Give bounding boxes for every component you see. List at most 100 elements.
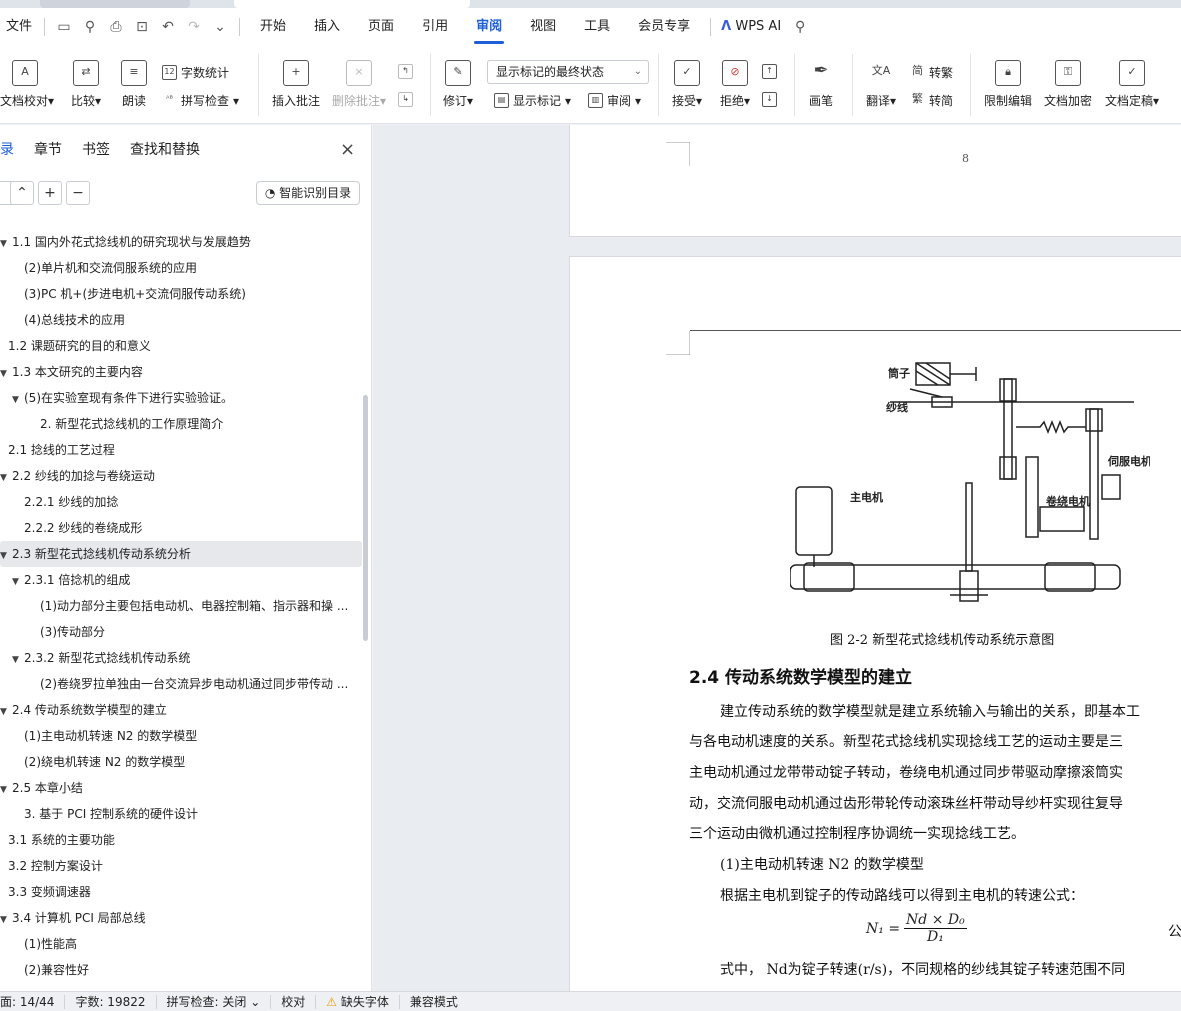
toc-item[interactable]: 1.2 课题研究的目的和意义 bbox=[0, 333, 362, 359]
pen-button[interactable]: ✒ 画笔 bbox=[804, 60, 838, 109]
insert-comment-button[interactable]: + 插入批注 bbox=[270, 60, 322, 109]
accept-button[interactable]: ✓ 接受▾ bbox=[668, 60, 706, 109]
translate-button[interactable]: 文A 翻译▾ bbox=[862, 60, 900, 109]
toc-item[interactable]: ▼ 1.3 本文研究的主要内容 bbox=[0, 359, 362, 385]
expand-arrow-icon[interactable]: ▼ bbox=[0, 907, 12, 931]
wps-ai-button[interactable]: ᐱ WPS AI bbox=[717, 8, 787, 46]
proof-status[interactable]: 校对 bbox=[271, 994, 317, 1009]
toc-item[interactable]: 3.1 系统的主要功能 bbox=[0, 827, 362, 853]
toc-item-label: 2. 新型花式捻线机的工作原理简介 bbox=[40, 417, 224, 431]
toc-item[interactable]: ▼ 2.5 本章小结 bbox=[0, 775, 362, 801]
tab-review[interactable]: 审阅 bbox=[462, 8, 516, 46]
toc-item[interactable]: 3.3 变频调速器 bbox=[0, 879, 362, 905]
save-icon[interactable]: ▭ bbox=[51, 8, 77, 46]
compare-button[interactable]: ⇄ 比较▾ bbox=[66, 60, 106, 109]
expand-arrow-icon[interactable]: ▼ bbox=[0, 361, 12, 385]
to-traditional-button[interactable]: 简转繁 bbox=[910, 64, 953, 81]
nav-tab-chapters[interactable]: 章节 bbox=[34, 139, 62, 161]
word-count-indicator[interactable]: 字数: 19822 bbox=[65, 994, 157, 1009]
print-preview-icon[interactable]: ⊡ bbox=[129, 8, 155, 46]
delete-comment-button[interactable]: × 删除批注▾ bbox=[330, 60, 388, 109]
next-change-button[interactable]: ↓ bbox=[762, 92, 777, 107]
expand-arrow-icon[interactable]: ▼ bbox=[0, 465, 12, 489]
quick-access-more-icon[interactable]: ⌄ bbox=[207, 8, 233, 46]
expand-arrow-icon[interactable]: ▼ bbox=[0, 543, 12, 567]
markup-state-select[interactable]: 显示标记的最终状态 ⌄ bbox=[487, 60, 649, 84]
share-icon[interactable]: ⚲ bbox=[77, 8, 103, 46]
toc-item[interactable]: (2)兼容性好 bbox=[0, 957, 362, 983]
print-icon[interactable]: ⎙ bbox=[103, 8, 129, 46]
next-comment-button[interactable]: ↳ bbox=[398, 92, 413, 107]
nav-tab-find-replace[interactable]: 查找和替换 bbox=[130, 139, 200, 161]
previous-change-button[interactable]: ↑ bbox=[762, 64, 777, 79]
expand-arrow-icon[interactable]: ▼ bbox=[12, 387, 24, 411]
toc-item[interactable]: ▼ 2.3.1 倍捻机的组成 bbox=[0, 567, 362, 593]
spell-check-button[interactable]: ᴬᴮ 拼写检查 ▾ bbox=[162, 92, 239, 109]
close-icon[interactable]: × bbox=[340, 139, 355, 160]
tab-home[interactable]: 开始 bbox=[246, 8, 300, 46]
tab-references[interactable]: 引用 bbox=[408, 8, 462, 46]
toc-item[interactable]: (2)卷绕罗拉单独由一台交流异步电动机通过同步带传动 ... bbox=[0, 671, 362, 697]
word-count-button[interactable]: 12 字数统计 bbox=[162, 64, 229, 81]
toc-item[interactable]: ▼ 2.3 新型花式捻线机传动系统分析 bbox=[0, 541, 362, 567]
toc-item[interactable]: (4)总线技术的应用 bbox=[0, 307, 362, 333]
redo-icon[interactable]: ↷ bbox=[181, 8, 207, 46]
tab-member[interactable]: 会员专享 bbox=[624, 8, 704, 46]
toc-item[interactable]: 3. 基于 PCI 控制系统的硬件设计 bbox=[0, 801, 362, 827]
toc-item[interactable]: 2.1 捻线的工艺过程 bbox=[0, 437, 362, 463]
toc-item[interactable]: (1)动力部分主要包括电动机、电器控制箱、指示器和操 ... bbox=[0, 593, 362, 619]
toc-item[interactable]: 2.2.1 纱线的加捻 bbox=[0, 489, 362, 515]
tab-view[interactable]: 视图 bbox=[516, 8, 570, 46]
toc-item[interactable]: (2)单片机和交流伺服系统的应用 bbox=[0, 255, 362, 281]
toc-item[interactable]: 2.2.2 纱线的卷绕成形 bbox=[0, 515, 362, 541]
to-simplified-button[interactable]: 繁转简 bbox=[910, 92, 953, 109]
expand-arrow-icon[interactable]: ▼ bbox=[12, 569, 24, 593]
toc-item[interactable]: ▼ 2.4 传动系统数学模型的建立 bbox=[0, 697, 362, 723]
toc-item[interactable]: ▼ 2.3.2 新型花式捻线机传动系统 bbox=[0, 645, 362, 671]
toc-item[interactable]: (1)主电动机转速 N2 的数学模型 bbox=[0, 723, 362, 749]
search-icon[interactable]: ⚲ bbox=[787, 8, 813, 46]
expand-arrow-icon[interactable]: ▼ bbox=[12, 647, 24, 671]
nav-tab-bookmarks[interactable]: 书签 bbox=[82, 139, 110, 161]
toc-item[interactable]: (2)绕电机转速 N2 的数学模型 bbox=[0, 749, 362, 775]
restrict-edit-button[interactable]: 🔒︎ 限制编辑 bbox=[982, 60, 1034, 109]
previous-comment-button[interactable]: ↰ bbox=[398, 64, 413, 79]
add-level-button[interactable]: + bbox=[38, 181, 62, 205]
revise-button[interactable]: ✎ 修订▾ bbox=[440, 60, 476, 109]
expand-arrow-icon[interactable]: ▼ bbox=[0, 231, 12, 255]
encrypt-button[interactable]: ⚿ 文档加密 bbox=[1042, 60, 1094, 109]
tab-insert[interactable]: 插入 bbox=[300, 8, 354, 46]
document-tab[interactable] bbox=[40, 0, 190, 8]
active-document-tab[interactable] bbox=[234, 0, 470, 8]
toc-item[interactable]: 3.2 控制方案设计 bbox=[0, 853, 362, 879]
file-menu[interactable]: 文件 bbox=[0, 8, 38, 46]
page-indicator[interactable]: 面: 14/44 bbox=[0, 994, 66, 1009]
toc-item[interactable]: ▼ 1.1 国内外花式捻线机的研究现状与发展趋势 bbox=[0, 229, 362, 255]
review-pane-button[interactable]: ▥ 审阅 ▾ bbox=[588, 92, 641, 109]
tab-tools[interactable]: 工具 bbox=[570, 8, 624, 46]
undo-icon[interactable]: ↶ bbox=[155, 8, 181, 46]
nav-scrollbar[interactable] bbox=[363, 395, 368, 641]
spell-check-status[interactable]: 拼写检查: 关闭 ⌄ bbox=[157, 994, 272, 1009]
toc-item[interactable]: 2. 新型花式捻线机的工作原理简介 bbox=[0, 411, 362, 437]
toc-item[interactable]: (1)性能高 bbox=[0, 931, 362, 957]
toc-item[interactable]: ▼ 2.2 纱线的加捻与卷绕运动 bbox=[0, 463, 362, 489]
toc-item[interactable]: ▼ (5)在实验室现有条件下进行实验验证。 bbox=[0, 385, 362, 411]
finalize-button[interactable]: ✓ 文档定稿▾ bbox=[1102, 60, 1162, 109]
pen-icon: ✒ bbox=[813, 60, 829, 81]
toc-item[interactable]: (3)PC 机+(步进电机+交流伺服传动系统) bbox=[0, 281, 362, 307]
remove-level-button[interactable]: − bbox=[66, 181, 90, 205]
expand-arrow-icon[interactable]: ▼ bbox=[0, 777, 12, 801]
doc-proof-button[interactable]: A 文档校对▾ bbox=[0, 60, 54, 109]
move-up-button[interactable]: ⌃ bbox=[10, 181, 34, 205]
show-markup-button[interactable]: ▤ 显示标记 ▾ bbox=[494, 92, 571, 109]
expand-arrow-icon[interactable]: ▼ bbox=[0, 699, 12, 723]
reject-button[interactable]: ⊘ 拒绝▾ bbox=[716, 60, 754, 109]
toc-item[interactable]: ▼ 3.4 计算机 PCI 局部总线 bbox=[0, 905, 362, 931]
smart-toc-button[interactable]: ◔ 智能识别目录 bbox=[256, 181, 360, 205]
missing-font-status[interactable]: ⚠ 缺失字体 bbox=[316, 994, 400, 1009]
toc-item[interactable]: (3)传动部分 bbox=[0, 619, 362, 645]
tab-page[interactable]: 页面 bbox=[354, 8, 408, 46]
nav-tab-toc[interactable]: 录 bbox=[0, 139, 14, 161]
read-aloud-button[interactable]: ≡ 朗读 bbox=[118, 60, 150, 109]
